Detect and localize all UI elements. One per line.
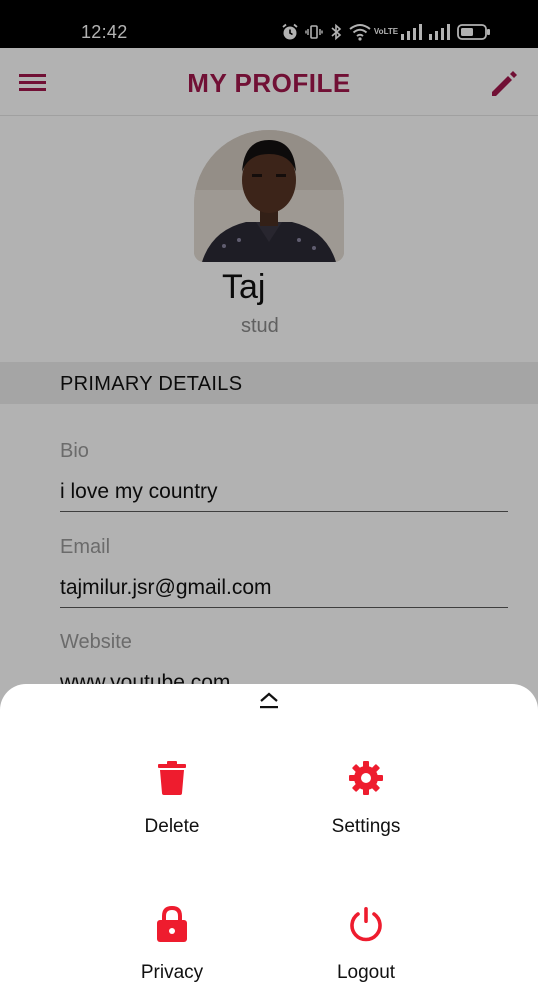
chevron-up-icon — [260, 692, 278, 709]
logout-button[interactable]: Logout — [296, 904, 436, 984]
action-label: Privacy — [140, 962, 204, 983]
gear-icon — [349, 761, 383, 795]
power-icon — [350, 907, 382, 942]
lock-icon — [157, 906, 187, 942]
sheet-handle[interactable] — [257, 692, 281, 710]
settings-button[interactable]: Settings — [296, 758, 436, 838]
delete-button[interactable]: Delete — [102, 758, 242, 838]
privacy-button[interactable]: Privacy — [102, 904, 242, 984]
bottom-sheet: Delete Settings Privacy Logout — [0, 684, 538, 997]
profile-screen: 12:42 Vo LTE MY PROFILE Taj stud PRIMARY… — [0, 0, 538, 997]
action-label: Logout — [336, 962, 396, 983]
trash-icon — [158, 761, 186, 795]
action-label: Settings — [331, 816, 401, 837]
action-label: Delete — [144, 816, 200, 837]
